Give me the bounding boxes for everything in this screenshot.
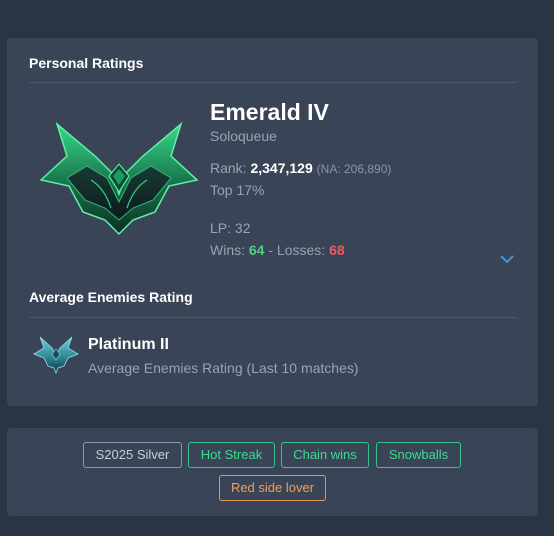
- losses-value: 68: [329, 242, 345, 258]
- platinum-emblem-icon: [33, 336, 79, 374]
- personal-ratings-card: Personal Ratings Emerald IV Soloqueue Ra…: [7, 38, 538, 406]
- tag-red-side-lover[interactable]: Red side lover: [219, 475, 326, 501]
- enemy-rating-subtitle: Average Enemies Rating (Last 10 matches): [88, 360, 359, 376]
- divider: [29, 317, 517, 318]
- personal-ratings-title: Personal Ratings: [29, 55, 144, 71]
- rank-title: Emerald IV: [210, 99, 329, 125]
- tag-snowballs[interactable]: Snowballs: [376, 442, 461, 468]
- rank-label: Rank:: [210, 160, 247, 176]
- tag-hot-streak[interactable]: Hot Streak: [188, 442, 275, 468]
- rank-region: (NA: 206,890): [316, 162, 392, 176]
- enemies-rating-title: Average Enemies Rating: [29, 289, 193, 305]
- tag-s2025-silver[interactable]: S2025 Silver: [83, 442, 182, 468]
- win-loss-line: Wins: 64 - Losses: 68: [210, 242, 345, 258]
- tag-chain-wins[interactable]: Chain wins: [281, 442, 369, 468]
- chevron-down-icon[interactable]: [499, 253, 515, 265]
- rank-value: 2,347,129: [250, 160, 313, 176]
- queue-type: Soloqueue: [210, 128, 277, 144]
- rank-line: Rank: 2,347,129 (NA: 206,890): [210, 160, 391, 176]
- losses-label: Losses:: [276, 242, 326, 258]
- top-percent: Top 17%: [210, 182, 265, 198]
- enemy-rank: Platinum II: [88, 336, 169, 353]
- wins-label: Wins:: [210, 242, 245, 258]
- wins-value: 64: [248, 242, 265, 258]
- separator: -: [268, 242, 274, 258]
- divider: [29, 82, 517, 83]
- lp-value: LP: 32: [210, 220, 251, 236]
- tags-card: S2025 Silver Hot Streak Chain wins Snowb…: [7, 428, 538, 516]
- emerald-emblem-icon: [39, 121, 199, 236]
